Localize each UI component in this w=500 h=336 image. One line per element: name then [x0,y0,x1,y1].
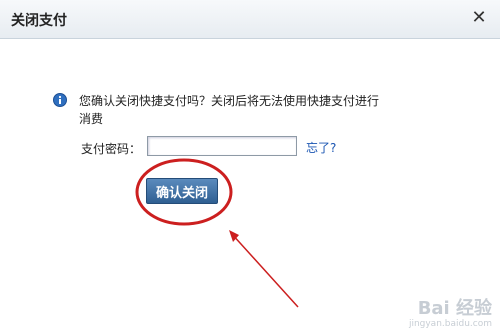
forgot-password-link[interactable]: 忘了? [306,139,336,156]
confirm-close-button[interactable]: 确认关闭 [146,178,218,204]
password-label: 支付密码： [81,142,142,156]
dialog-titlebar: 关闭支付 ✕ [0,0,500,39]
baidu-jingyan-watermark: Bai 经验 jingyan.baidu.com [409,299,492,330]
watermark-url: jingyan.baidu.com [408,319,492,329]
watermark-brand: Bai 经验 [417,298,492,319]
close-payment-dialog: 关闭支付 ✕ 您确认关闭快捷支付吗？关闭后将无法使用快捷支付进行消费 支付密码：… [0,0,500,336]
password-input[interactable] [147,136,297,156]
info-icon [53,93,67,107]
dialog-title: 关闭支付 [11,13,67,29]
confirm-message: 您确认关闭快捷支付吗？关闭后将无法使用快捷支付进行消费 [79,94,380,126]
close-icon[interactable]: ✕ [468,6,490,30]
